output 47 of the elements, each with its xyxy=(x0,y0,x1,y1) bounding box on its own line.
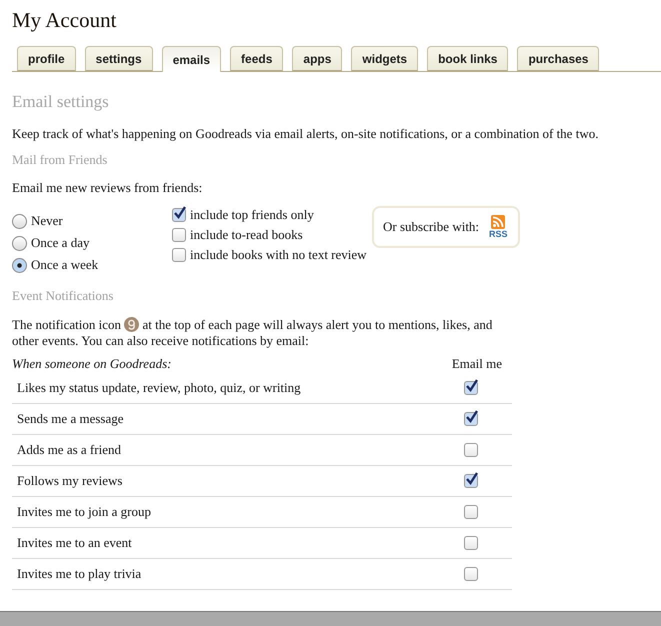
checkbox[interactable] xyxy=(464,505,478,519)
tab[interactable]: widgets xyxy=(351,46,418,71)
checkbox-label: include top friends only xyxy=(190,207,314,223)
section-title: Email settings xyxy=(12,92,110,112)
rss-icon[interactable] xyxy=(491,215,506,229)
column-header: When someone on Goodreads: xyxy=(12,356,172,372)
section-heading: Event Notifications xyxy=(12,288,114,304)
radio-label: Never xyxy=(31,213,63,229)
checkbox[interactable] xyxy=(172,248,186,262)
tab[interactable]: emails xyxy=(162,46,222,72)
checkbox-label: include books with no text review xyxy=(190,247,367,263)
table-cell: Invites me to an event xyxy=(17,535,132,551)
radio-button[interactable] xyxy=(12,214,27,228)
table-cell: Invites me to join a group xyxy=(17,504,151,520)
checkbox[interactable] xyxy=(464,536,478,550)
table-cell: Follows my reviews xyxy=(17,473,122,489)
tab[interactable]: book links xyxy=(427,46,508,71)
page-title: My Account xyxy=(12,7,118,33)
radio-label: Once a week xyxy=(31,257,98,273)
notification-text: The notification icon at the top of each page will always alert you to mentions, likes, and other events. You can also receive notifications by email: xyxy=(12,317,494,349)
radio-button[interactable] xyxy=(12,258,27,272)
checkbox-label: include to-read books xyxy=(190,227,303,243)
checkbox[interactable] xyxy=(464,443,478,457)
checkbox[interactable] xyxy=(464,381,478,395)
radio-label: Once a day xyxy=(31,235,90,251)
tab[interactable]: profile xyxy=(17,46,76,71)
checkbox[interactable] xyxy=(172,208,186,222)
tab[interactable]: settings xyxy=(84,46,153,71)
checkbox[interactable] xyxy=(464,412,478,426)
table-cell: Adds me as a friend xyxy=(17,442,121,458)
checkbox[interactable] xyxy=(464,567,478,581)
radio-button[interactable] xyxy=(12,236,27,250)
notification-icon xyxy=(124,317,140,332)
table-cell: Invites me to play trivia xyxy=(17,566,142,582)
table-cell: Likes my status update, review, photo, quiz, or writing xyxy=(17,380,301,396)
checkbox[interactable] xyxy=(172,228,186,242)
prompt-text: Email me new reviews from friends: xyxy=(12,180,204,196)
rss-link[interactable]: RSS xyxy=(489,229,508,239)
checkbox[interactable] xyxy=(464,474,478,488)
tab[interactable]: apps xyxy=(292,46,342,71)
column-header: Email me xyxy=(452,356,502,372)
tab[interactable]: purchases xyxy=(517,46,600,71)
table-cell: Sends me a message xyxy=(17,411,124,427)
intro-text: Keep track of what's happening on Goodreads via email alerts, on-site notifications, or a combination of the two. xyxy=(12,126,600,142)
section-heading: Mail from Friends xyxy=(12,152,108,168)
tab[interactable]: feeds xyxy=(230,46,284,71)
subscribe-label: Or subscribe with: xyxy=(383,219,480,235)
